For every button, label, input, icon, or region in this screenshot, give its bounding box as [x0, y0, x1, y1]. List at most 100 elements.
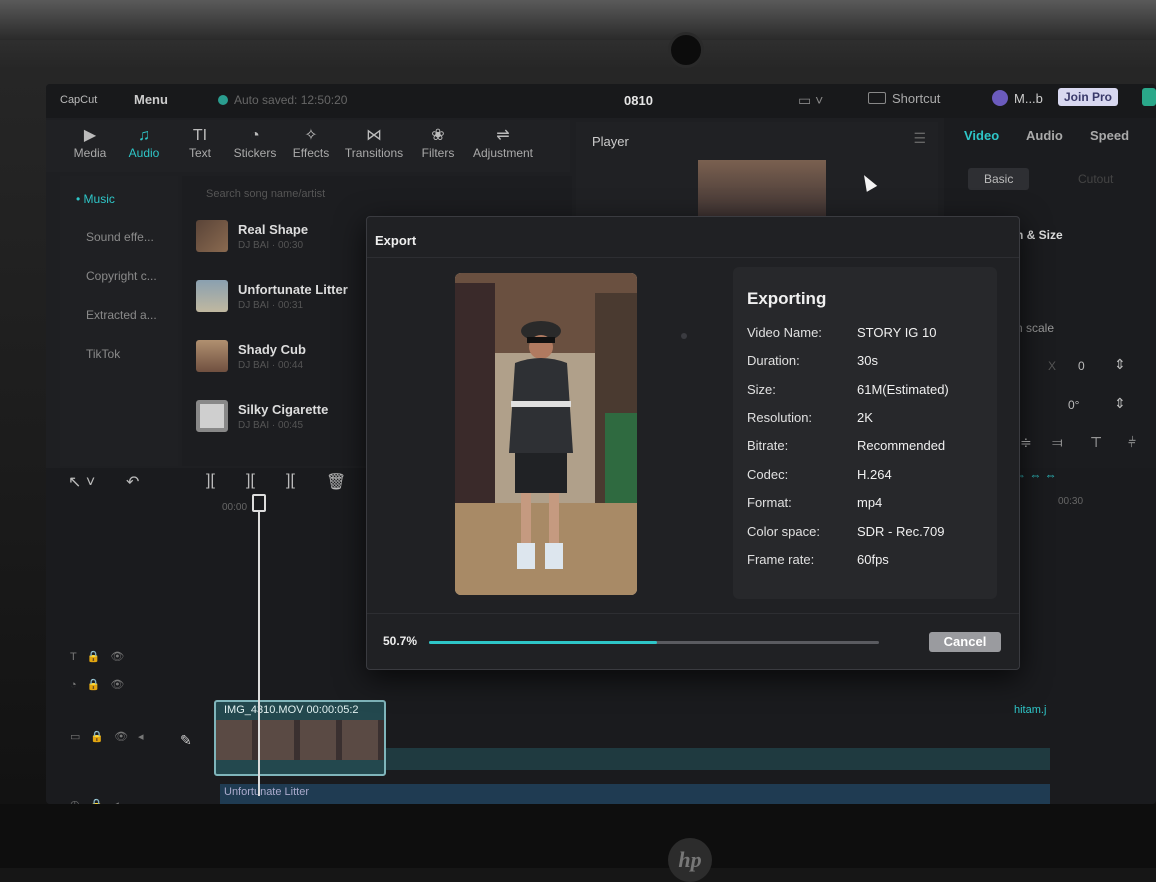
video-clip[interactable]: IMG_4310.MOV 00:00:05:2 [214, 700, 386, 776]
media-icon: ▶ [83, 127, 97, 144]
menu-button[interactable]: Menu [134, 92, 168, 107]
tab-effects[interactable]: ✧ Effects [290, 126, 332, 160]
shortcut-button[interactable]: Shortcut [868, 91, 940, 106]
category-copyright[interactable]: Copyright c... [86, 269, 157, 283]
check-icon [218, 95, 228, 105]
song-meta: DJ BAI · 00:45 [238, 420, 304, 431]
tab-audio[interactable]: ♫ Audio [124, 126, 164, 160]
clip-label: IMG_4310.MOV 00:00:05:2 [224, 704, 359, 716]
link-icon[interactable]: ⇔ ⇔ ⇔ [1014, 468, 1057, 482]
tab-video[interactable]: Video [964, 128, 999, 143]
field-value: 60fps [857, 552, 889, 567]
edit-cover-icon[interactable]: ✎ [180, 732, 192, 749]
search-input[interactable]: Search song name/artist [206, 188, 325, 200]
text-track-controls[interactable]: T🔒👁 [70, 650, 134, 663]
tab-transitions[interactable]: ⋈ Transitions [342, 126, 406, 160]
tab-speed[interactable]: Speed [1090, 128, 1129, 143]
tab-label: Effects [292, 146, 330, 160]
undo-icon[interactable]: ↶ [126, 472, 139, 492]
field-value: Recommended [857, 438, 946, 453]
hp-logo: hp [668, 838, 712, 882]
split-icon[interactable]: ][ [206, 472, 215, 490]
song-name: Shady Cub [238, 342, 306, 357]
subtab-basic[interactable]: Basic [968, 168, 1030, 190]
field-label: Size: [747, 382, 776, 397]
export-preview [455, 273, 637, 595]
field-label: Format: [747, 495, 792, 510]
tab-media[interactable]: ▶ Media [70, 126, 110, 160]
section-position-size: n & Size [1016, 228, 1063, 242]
ruler-end: 00:30 [1058, 496, 1084, 507]
menu-icon[interactable]: ☰ [913, 130, 926, 147]
filters-icon: ❀ [431, 127, 445, 144]
field-video-name: Video Name: STORY IG 10 [747, 325, 987, 343]
rotation-value[interactable]: 0° [1068, 398, 1079, 412]
category-sound-effects[interactable]: Sound effe... [86, 230, 154, 244]
text-icon: TI [192, 127, 208, 144]
join-pro-button[interactable]: Join Pro [1058, 88, 1119, 106]
field-label: Frame rate: [747, 552, 815, 567]
align-middle-icon[interactable]: ⫩ [1128, 434, 1136, 451]
pro-icon[interactable] [1142, 88, 1156, 106]
playhead-handle[interactable] [252, 494, 266, 512]
background-room [0, 0, 1156, 40]
clip-label-right: hitam.j [1014, 704, 1047, 716]
laptop-bottom-bezel [0, 804, 1156, 868]
field-label: Video Name: [747, 325, 822, 340]
song-name: Real Shape [238, 222, 309, 237]
category-extracted[interactable]: Extracted a... [86, 308, 157, 322]
stepper-icon[interactable]: ⇕ [1114, 356, 1126, 373]
tab-text[interactable]: TI Text [180, 126, 220, 160]
field-duration: Duration: 30s [747, 353, 987, 371]
progress-percent: 50.7% [383, 634, 418, 648]
preview-image [455, 273, 637, 595]
song-meta: DJ BAI · 00:31 [238, 300, 304, 311]
song-thumbnail [196, 280, 228, 312]
player-title: Player [592, 134, 629, 149]
align-center-icon[interactable]: ≑ [1020, 434, 1032, 451]
project-title[interactable]: 0810 [624, 93, 653, 108]
song-thumbnail [196, 400, 228, 432]
shortcut-label: Shortcut [892, 91, 941, 106]
category-music[interactable]: • Music [76, 192, 115, 206]
player-preview[interactable] [698, 160, 826, 220]
audio-icon: ♫ [138, 127, 150, 144]
field-codec: Codec: H.264 [747, 467, 987, 485]
subtab-cutout[interactable]: Cutout [1062, 168, 1129, 190]
delete-icon[interactable]: 🗑 [326, 472, 346, 492]
ruler-start: 00:00 [222, 502, 248, 513]
tab-filters[interactable]: ❀ Filters [418, 126, 458, 160]
export-progress: 50.7% Cancel [367, 613, 1019, 670]
stepper-icon[interactable]: ⇕ [1114, 395, 1126, 412]
field-label: Color space: [747, 524, 820, 539]
tab-audio-props[interactable]: Audio [1026, 128, 1063, 143]
sticker-track-controls[interactable]: ◔🔒👁 [70, 678, 134, 691]
video-track-strip[interactable] [382, 748, 1050, 770]
align-top-icon[interactable]: ⊤ [1090, 434, 1102, 451]
field-frame-rate: Frame rate: 60fps [747, 552, 987, 570]
field-value: H.264 [857, 467, 892, 482]
playhead[interactable] [258, 496, 260, 796]
cancel-button[interactable]: Cancel [929, 632, 1001, 652]
title-bar: CapCut Menu Auto saved: 12:50:20 0810 ▭ … [46, 84, 1156, 118]
split-left-icon[interactable]: ][ [246, 472, 255, 490]
tab-adjustment[interactable]: ⇌ Adjustment [468, 126, 538, 160]
keyboard-icon [868, 92, 886, 104]
user-account[interactable]: M...b [992, 90, 1043, 106]
x-value[interactable]: 0 [1078, 359, 1085, 373]
audio-clip[interactable]: Unfortunate Litter [220, 784, 1050, 804]
layout-icon[interactable]: ▭ ˅ [798, 92, 823, 109]
stickers-icon: ◔ [250, 127, 260, 144]
field-size: Size: 61M(Estimated) [747, 382, 987, 400]
user-name: M...b [1014, 91, 1043, 106]
select-tool-icon[interactable]: ↖ ˅ [68, 472, 95, 492]
split-right-icon[interactable]: ][ [286, 472, 295, 490]
effects-icon: ✧ [304, 127, 318, 144]
tab-label: Transitions [344, 146, 404, 160]
align-right-icon[interactable]: ⫤ [1052, 434, 1063, 451]
video-track-controls[interactable]: ▭🔒👁◂ [70, 730, 154, 743]
dialog-title: Export [375, 233, 417, 248]
tab-stickers[interactable]: ◔ Stickers [230, 126, 280, 160]
category-tiktok[interactable]: TikTok [86, 347, 120, 361]
song-thumbnail [196, 340, 228, 372]
